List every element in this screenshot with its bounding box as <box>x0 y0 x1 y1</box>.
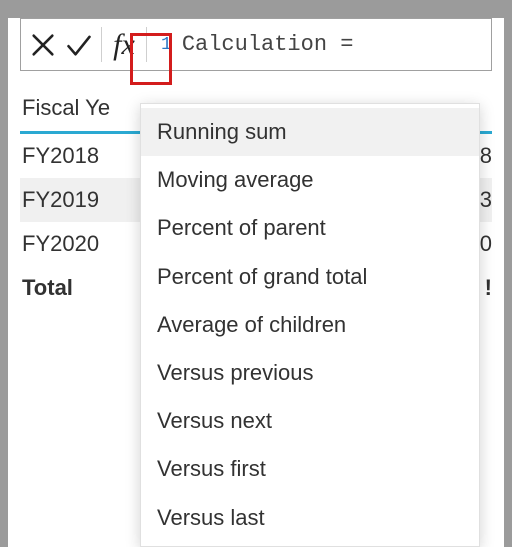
dropdown-item[interactable]: Percent of parent <box>141 204 479 252</box>
dropdown-item[interactable]: Running sum <box>141 108 479 156</box>
formula-bar-icons: fx <box>21 19 151 70</box>
cell-year: FY2019 <box>20 187 120 213</box>
formula-bar: fx 1 <box>20 18 492 71</box>
cell-year: FY2018 <box>20 143 120 169</box>
fx-glyph: fx <box>113 30 135 60</box>
divider <box>146 27 147 63</box>
dropdown-item[interactable]: Versus next <box>141 397 479 445</box>
fx-icon[interactable]: fx <box>106 27 142 63</box>
dropdown-item[interactable]: Versus last <box>141 494 479 542</box>
dropdown-item[interactable]: Average of children <box>141 301 479 349</box>
line-number: 1 <box>151 35 178 55</box>
calculation-dropdown: Running sumMoving averagePercent of pare… <box>140 103 480 547</box>
cell-total-label: Total <box>20 275 120 301</box>
dropdown-item[interactable]: Moving average <box>141 156 479 204</box>
dropdown-item[interactable]: Percent of grand total <box>141 253 479 301</box>
cell-year: FY2020 <box>20 231 120 257</box>
dropdown-item[interactable]: Versus previous <box>141 349 479 397</box>
dropdown-item[interactable]: Versus first <box>141 445 479 493</box>
divider <box>101 27 102 63</box>
cancel-icon[interactable] <box>25 27 61 63</box>
commit-icon[interactable] <box>61 27 97 63</box>
formula-input[interactable] <box>178 19 491 70</box>
